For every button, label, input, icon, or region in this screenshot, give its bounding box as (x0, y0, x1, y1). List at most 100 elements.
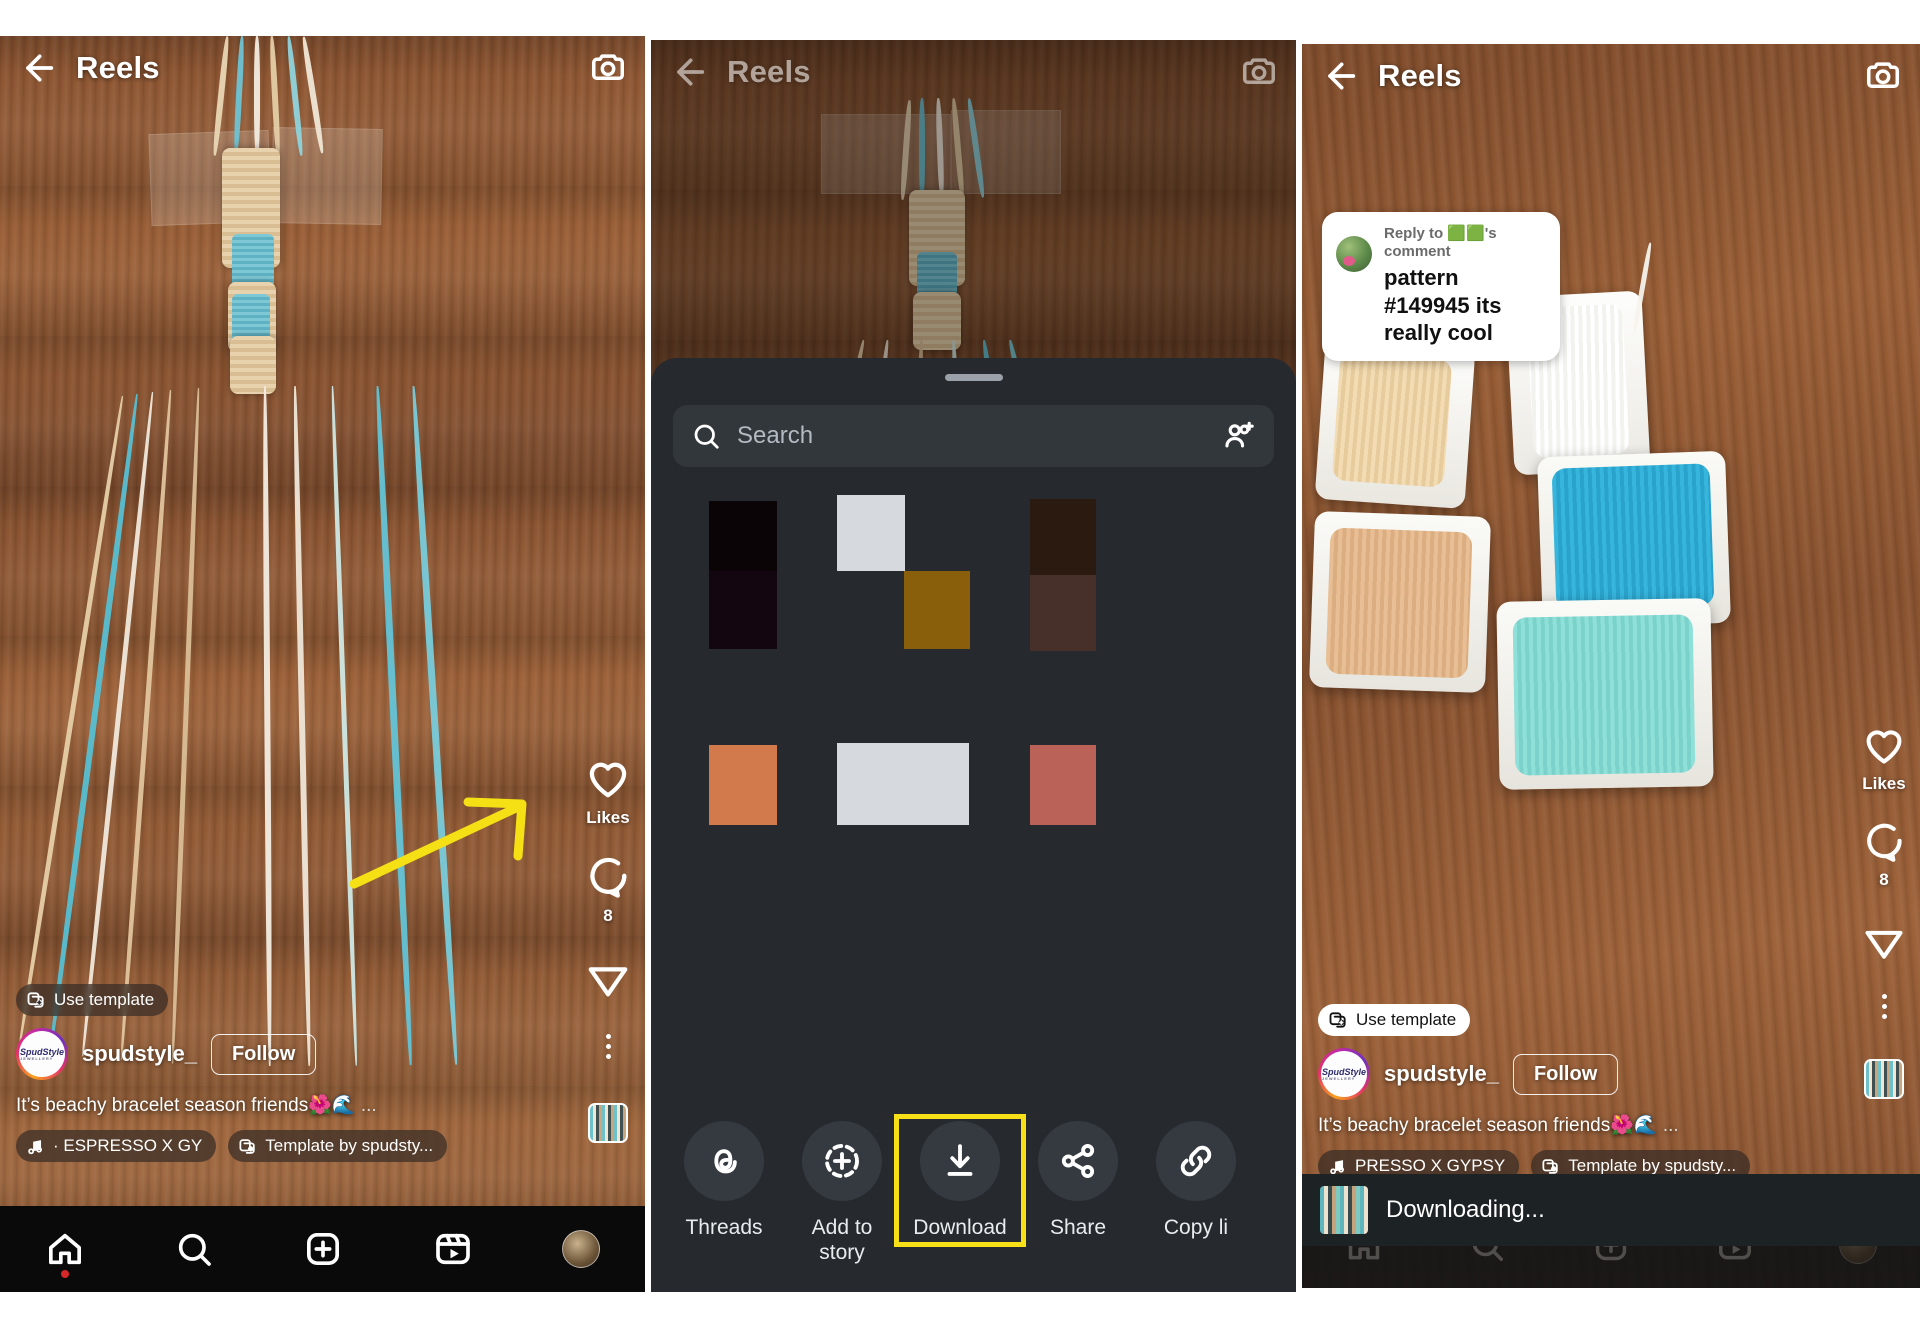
add-to-story-icon (802, 1120, 882, 1201)
use-template-button[interactable]: Use template (16, 984, 169, 1016)
template-label: Template by spudsty... (1568, 1156, 1737, 1175)
caption-body: It’s beachy bracelet season friends🌺🌊 (16, 1095, 356, 1116)
more-options-icon[interactable] (605, 1034, 611, 1059)
audio-cover-thumbnail[interactable] (1864, 1059, 1904, 1099)
redaction-swatch (1030, 499, 1096, 575)
use-template-label: Use template (1356, 1010, 1457, 1029)
page-title: Reels (727, 54, 811, 89)
bottom-tab-bar-1 (0, 1206, 645, 1292)
reply-to-line: Reply to 🟩🟩's comment (1384, 225, 1497, 260)
tab-reels[interactable] (433, 1229, 473, 1269)
redaction-swatch (1030, 575, 1096, 651)
panel-downloading: Reels Reply to 🟩🟩's comment pattern #149… (1302, 44, 1920, 1288)
avatar[interactable]: SpudStyle JEWELLERY (16, 1028, 68, 1080)
reply-text: pattern #149945 its really cool (1384, 265, 1502, 345)
download-icon (920, 1120, 1000, 1201)
like-button[interactable]: Likes (1862, 724, 1906, 794)
share-action-row: Threads Add to story Download Share Copy… (651, 1103, 1296, 1292)
redaction-swatch (1030, 745, 1096, 825)
camera-icon[interactable] (1864, 57, 1902, 95)
audio-label: PRESSO X GYPSY (1355, 1156, 1506, 1175)
author-row-1: SpudStyle JEWELLERY spudstyle_ Follow (16, 1028, 629, 1080)
share-paper-plane-button[interactable] (1862, 920, 1906, 964)
threads-icon (684, 1120, 764, 1201)
caption-more[interactable]: ... (361, 1095, 377, 1116)
template-label: Template by spudsty... (265, 1136, 434, 1155)
audio-chip[interactable]: · ESPRESSO X GY (16, 1130, 217, 1162)
username-label[interactable]: spudstyle_ (1384, 1061, 1499, 1087)
tab-home[interactable] (45, 1229, 85, 1278)
template-chip[interactable]: Template by spudsty... (228, 1130, 448, 1162)
audio-label: · ESPRESSO X GY (53, 1136, 203, 1155)
commenter-avatar (1336, 236, 1372, 272)
action-rail-3: Likes 8 (1862, 724, 1906, 1099)
search-input[interactable]: Search (673, 405, 1274, 467)
sheet-drag-handle[interactable] (944, 374, 1003, 381)
username-label[interactable]: spudstyle_ (82, 1041, 197, 1067)
back-arrow-icon[interactable] (669, 52, 709, 92)
reel-meta-1: Use template SpudStyle JEWELLERY spudsty… (0, 984, 645, 1162)
tab-create[interactable] (303, 1229, 343, 1269)
author-row-3: SpudStyle JEWELLERY spudstyle_ Follow (1318, 1048, 1904, 1100)
downloading-label: Downloading... (1386, 1196, 1545, 1223)
reply-to-prefix: Reply to (1384, 225, 1448, 242)
tab-profile[interactable] (562, 1230, 601, 1268)
action-threads[interactable]: Threads (665, 1120, 783, 1241)
camera-icon[interactable] (589, 49, 627, 87)
redaction-swatch (709, 571, 777, 649)
add-people-icon[interactable] (1222, 419, 1256, 453)
tab-explore[interactable] (174, 1229, 214, 1269)
action-add-to-story[interactable]: Add to story (783, 1120, 901, 1266)
profile-avatar-icon (562, 1230, 601, 1268)
comment-count-label: 8 (603, 906, 613, 925)
reply-comment-bubble[interactable]: Reply to 🟩🟩's comment pattern #149945 it… (1322, 212, 1560, 361)
link-icon (1156, 1120, 1236, 1201)
caption-more[interactable]: ... (1663, 1115, 1679, 1136)
back-arrow-icon[interactable] (1320, 56, 1360, 96)
like-count-label: Likes (1862, 774, 1906, 793)
redaction-swatch (904, 571, 970, 649)
reels-header-1: Reels (0, 36, 645, 100)
action-rail-1: Likes 8 (585, 756, 631, 1143)
action-label: Add to story (812, 1215, 873, 1266)
use-template-button[interactable]: Use template (1318, 1004, 1471, 1036)
more-options-icon[interactable] (1881, 994, 1887, 1019)
comment-button[interactable]: 8 (585, 854, 631, 926)
share-bottom-sheet: Search Threads Add to story Download Sha… (651, 358, 1296, 1292)
redaction-swatch (709, 745, 777, 825)
redaction-swatch (709, 501, 777, 571)
audio-cover-thumbnail[interactable] (588, 1103, 628, 1143)
panel-reel-view: Reels Likes 8 Use template SpudStyle JEW… (0, 36, 645, 1292)
avatar[interactable]: SpudStyle JEWELLERY (1318, 1048, 1370, 1100)
caption-text[interactable]: It’s beachy bracelet season friends🌺🌊 ..… (1318, 1113, 1904, 1137)
download-thumbnail (1320, 1186, 1368, 1234)
panel-share-sheet: Reels Search Threads Add to story Downlo… (651, 40, 1296, 1292)
share-targets-redacted (651, 477, 1296, 1103)
action-label-line2: story (819, 1241, 865, 1265)
use-template-label: Use template (54, 990, 155, 1009)
caption-text[interactable]: It’s beachy bracelet season friends🌺🌊 ..… (16, 1093, 629, 1117)
reels-header-2: Reels (651, 40, 1296, 104)
redaction-swatch (837, 495, 905, 571)
redaction-swatch (837, 743, 969, 825)
action-copy-link[interactable]: Copy li (1137, 1120, 1255, 1241)
action-share[interactable]: Share (1019, 1120, 1137, 1241)
action-label: Copy li (1163, 1215, 1229, 1239)
reels-header-3: Reels (1302, 44, 1920, 108)
comment-count-label: 8 (1879, 870, 1889, 889)
action-label: Threads (685, 1215, 763, 1239)
avatar-brand-name: SpudStyle (1321, 1066, 1366, 1077)
reply-to-emoji: 🟩🟩 (1447, 225, 1485, 242)
comment-button[interactable]: 8 (1862, 820, 1906, 890)
camera-icon[interactable] (1240, 53, 1278, 91)
avatar-brand-name: SpudStyle (19, 1046, 64, 1057)
follow-button[interactable]: Follow (1512, 1053, 1619, 1095)
share-paper-plane-button[interactable] (585, 956, 631, 1002)
follow-button[interactable]: Follow (210, 1033, 317, 1075)
screenshot-board: Reels Likes 8 Use template SpudStyle JEW… (0, 0, 1920, 1329)
home-notification-dot (60, 1270, 69, 1278)
back-arrow-icon[interactable] (18, 48, 58, 88)
action-label: Share (1049, 1215, 1107, 1239)
action-download[interactable]: Download (894, 1113, 1026, 1248)
like-button[interactable]: Likes (585, 756, 631, 828)
